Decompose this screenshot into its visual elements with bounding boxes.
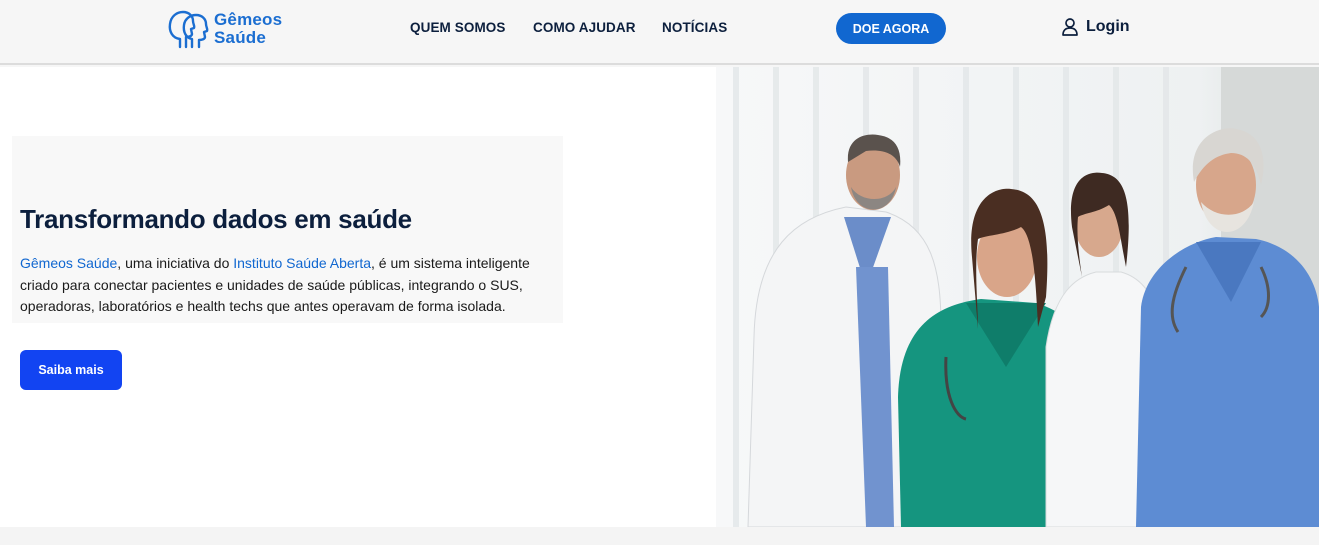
link-instituto-saude-aberta[interactable]: Instituto Saúde Aberta bbox=[233, 255, 371, 271]
hero-photo-illustration bbox=[716, 67, 1319, 527]
logo-text: Gêmeos Saúde bbox=[214, 11, 282, 47]
nav-noticias[interactable]: NOTÍCIAS bbox=[662, 20, 727, 35]
nav-como-ajudar[interactable]: COMO AJUDAR bbox=[533, 20, 636, 35]
page-bottom-strip bbox=[0, 527, 1319, 545]
user-icon bbox=[1062, 18, 1078, 36]
hero-description: Gêmeos Saúde, uma iniciativa do Institut… bbox=[20, 253, 560, 318]
hero-title: Transformando dados em saúde bbox=[20, 204, 412, 234]
logo-line-1: Gêmeos bbox=[214, 10, 283, 29]
site-header: Gêmeos Saúde QUEM SOMOS COMO AJUDAR NOTÍ… bbox=[0, 0, 1319, 65]
logo-line-2: Saúde bbox=[214, 28, 267, 47]
logo[interactable]: Gêmeos Saúde bbox=[166, 8, 296, 52]
logo-twin-heads-icon bbox=[168, 10, 209, 49]
link-gemeos-saude[interactable]: Gêmeos Saúde bbox=[20, 255, 117, 271]
hero-photo-health-professionals bbox=[716, 67, 1319, 527]
login-label: Login bbox=[1086, 18, 1130, 35]
saiba-mais-button[interactable]: Saiba mais bbox=[20, 350, 122, 390]
login-link[interactable]: Login bbox=[1062, 18, 1130, 36]
nav-quem-somos[interactable]: QUEM SOMOS bbox=[410, 20, 506, 35]
donate-button[interactable]: DOE AGORA bbox=[836, 13, 946, 44]
hero-text-part1: , uma iniciativa do bbox=[117, 255, 234, 271]
